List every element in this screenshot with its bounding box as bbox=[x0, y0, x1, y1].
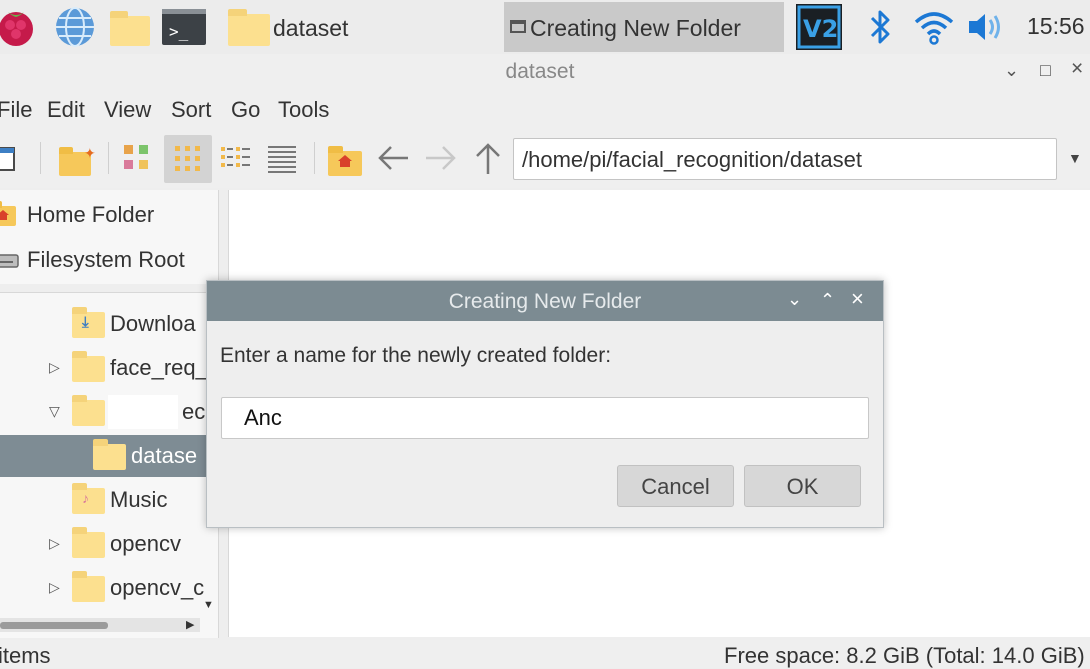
volume-icon[interactable] bbox=[964, 6, 1008, 48]
dialog-prompt: Enter a name for the newly created folde… bbox=[220, 344, 612, 367]
statusbar: items Free space: 8.2 GiB (Total: 14.0 G… bbox=[0, 640, 1090, 668]
location-path: /home/pi/facial_recognition/dataset bbox=[522, 147, 862, 172]
close-button[interactable]: × bbox=[1071, 57, 1083, 81]
file-manager-icon[interactable] bbox=[108, 6, 152, 48]
folder-icon bbox=[72, 527, 105, 558]
music-folder-icon: ♪ bbox=[72, 483, 105, 514]
drive-icon bbox=[0, 254, 19, 268]
svg-text:V2: V2 bbox=[803, 15, 838, 43]
maximize-button[interactable]: □ bbox=[1040, 60, 1051, 81]
menu-go[interactable]: Go bbox=[231, 97, 260, 123]
back-arrow-icon[interactable] bbox=[372, 136, 416, 180]
ok-button[interactable]: OK bbox=[744, 465, 861, 507]
create-folder-dialog: Creating New Folder ⌄ ⌃ × Enter a name f… bbox=[206, 280, 884, 528]
places-pane: Home Folder Filesystem Root bbox=[0, 190, 219, 284]
place-label: Home Folder bbox=[27, 202, 155, 227]
dialog-titlebar[interactable]: Creating New Folder ⌄ ⌃ × bbox=[207, 281, 883, 321]
forward-arrow-icon[interactable] bbox=[418, 136, 462, 180]
menu-file[interactable]: File bbox=[0, 97, 32, 123]
collapse-arrow-icon[interactable]: ▽ bbox=[49, 403, 60, 420]
tree-item-dataset-selected[interactable]: datase bbox=[0, 435, 218, 477]
window-title: dataset bbox=[505, 60, 575, 83]
toolbar-separator bbox=[108, 142, 109, 174]
folder-icon bbox=[93, 439, 126, 470]
menu-sort[interactable]: Sort bbox=[171, 97, 211, 123]
window-titlebar[interactable]: dataset ⌄ □ × bbox=[0, 54, 1090, 90]
folder-icon bbox=[228, 9, 270, 46]
tree-item-downloads[interactable]: ⤓ Downloa bbox=[0, 303, 218, 345]
home-folder-icon bbox=[0, 201, 16, 226]
tree-item-label: face_req_ bbox=[110, 355, 208, 380]
tree-item-opencv-c[interactable]: ▷ opencv_c bbox=[0, 567, 218, 609]
download-folder-icon: ⤓ bbox=[72, 307, 105, 338]
new-window-icon[interactable] bbox=[0, 136, 28, 180]
taskbar-button-label: dataset bbox=[273, 15, 349, 41]
bluetooth-icon[interactable] bbox=[858, 6, 902, 48]
folder-name-input[interactable] bbox=[221, 397, 869, 439]
tree-item-opencv[interactable]: ▷ opencv bbox=[0, 523, 218, 565]
tree-item-label: Downloa bbox=[110, 311, 196, 336]
tree-item-music[interactable]: ♪ Music bbox=[0, 479, 218, 521]
raspberry-menu-icon[interactable] bbox=[0, 6, 38, 48]
tree-item-face-req[interactable]: ▷ face_req_ bbox=[0, 347, 218, 389]
path-history-dropdown-icon[interactable]: ▼ bbox=[1068, 150, 1082, 166]
expand-arrow-icon[interactable]: ▷ bbox=[49, 579, 60, 596]
horizontal-scrollbar[interactable]: ▶ bbox=[0, 618, 200, 632]
taskbar-button-file-manager[interactable]: dataset bbox=[220, 2, 502, 52]
wifi-icon[interactable] bbox=[912, 6, 956, 48]
folder-icon bbox=[72, 571, 105, 602]
tree-item-label: Music bbox=[110, 487, 168, 512]
menubar: File Edit View Sort Go Tools bbox=[0, 90, 1090, 130]
new-folder-icon[interactable]: ✦ bbox=[54, 136, 98, 180]
toolbar-separator bbox=[40, 142, 41, 174]
dialog-close-icon[interactable]: × bbox=[851, 286, 864, 312]
taskbar-button-dialog[interactable]: Creating New Folder bbox=[504, 2, 784, 52]
tree-item-label: opencv_c bbox=[110, 575, 205, 600]
status-free-space: Free space: 8.2 GiB (Total: 14.0 GiB) bbox=[724, 643, 1085, 668]
window-icon bbox=[510, 20, 526, 33]
location-bar[interactable]: /home/pi/facial_recognition/dataset bbox=[513, 138, 1057, 180]
dialog-title: Creating New Folder bbox=[448, 290, 642, 313]
toolbar-separator bbox=[314, 142, 315, 174]
taskbar-button-label: Creating New Folder bbox=[530, 15, 741, 41]
redaction-block bbox=[108, 395, 178, 429]
clock[interactable]: 15:56 bbox=[1027, 13, 1085, 40]
scroll-down-arrow-icon[interactable]: ▼ bbox=[203, 599, 214, 611]
expand-arrow-icon[interactable]: ▷ bbox=[49, 359, 60, 376]
list-view-icon[interactable] bbox=[260, 136, 304, 180]
menu-edit[interactable]: Edit bbox=[47, 97, 85, 123]
scrollbar-thumb[interactable] bbox=[0, 622, 108, 629]
tree-item-redacted[interactable]: ▽ ec bbox=[0, 391, 218, 433]
folder-icon bbox=[72, 395, 105, 426]
scroll-right-arrow-icon[interactable]: ▶ bbox=[186, 618, 194, 631]
taskbar: >_ dataset Creating New Folder V2 15:56 bbox=[0, 0, 1090, 54]
folder-icon bbox=[72, 351, 105, 382]
dialog-minimize-icon[interactable]: ⌄ bbox=[787, 289, 802, 310]
globe-browser-icon[interactable] bbox=[53, 6, 97, 48]
compact-view-icon[interactable] bbox=[214, 136, 258, 180]
cancel-button[interactable]: Cancel bbox=[617, 465, 734, 507]
up-arrow-icon[interactable] bbox=[466, 136, 510, 180]
svg-text:>_: >_ bbox=[169, 22, 189, 41]
icon-view-icon[interactable] bbox=[164, 135, 212, 183]
status-item-count: items bbox=[0, 643, 51, 668]
minimize-button[interactable]: ⌄ bbox=[1004, 60, 1019, 81]
dialog-maximize-icon[interactable]: ⌃ bbox=[820, 290, 835, 311]
menu-tools[interactable]: Tools bbox=[278, 97, 329, 123]
home-icon[interactable] bbox=[324, 136, 368, 180]
place-label: Filesystem Root bbox=[27, 247, 185, 272]
directory-tree: ⤓ Downloa ▷ face_req_ ▽ ec datase ♪ Musi… bbox=[0, 292, 219, 638]
terminal-icon[interactable]: >_ bbox=[162, 6, 206, 48]
expand-arrow-icon[interactable]: ▷ bbox=[49, 535, 60, 552]
tree-item-label: ec bbox=[182, 399, 206, 424]
vnc-icon[interactable]: V2 bbox=[796, 4, 842, 50]
menu-view[interactable]: View bbox=[104, 97, 151, 123]
tree-item-label: datase bbox=[131, 443, 198, 468]
tree-item-label: opencv bbox=[110, 531, 181, 556]
thumbnail-view-icon[interactable] bbox=[116, 136, 160, 180]
